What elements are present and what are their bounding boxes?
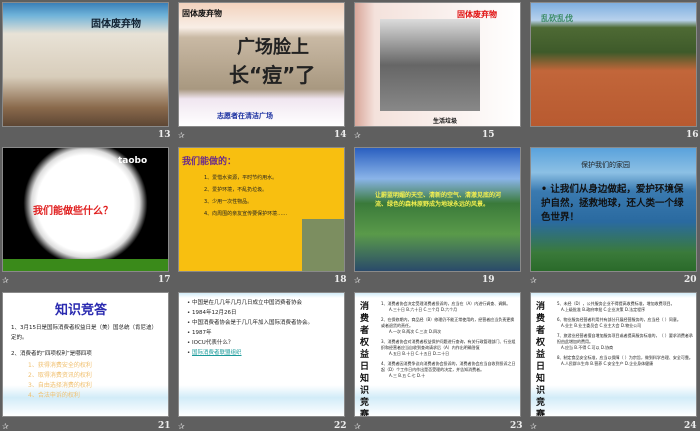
slide-caption: 志愿者在清洁广场 bbox=[217, 112, 273, 120]
slide-title: 知识竞答 bbox=[55, 303, 108, 318]
slide-17[interactable]: taobo 我们能做些什么？ bbox=[2, 147, 169, 272]
slide-number: 23 bbox=[510, 421, 523, 431]
slide-number: 15 bbox=[482, 130, 495, 140]
bullet-list: • 中国是在几几年几月几日成立中国消费者协会 • 1984年12月26日 • 中… bbox=[187, 299, 337, 357]
question-list: 5、未经（D），公共服务企业不得提高收费标准，增加收费项目。 A.上级批准 B.… bbox=[557, 301, 693, 367]
slide-logo: taobo bbox=[118, 156, 148, 166]
list-item: • 1987年 bbox=[187, 330, 212, 336]
slide-title: 我们能做些什么？ bbox=[33, 206, 113, 217]
answer-item: 1、获得消费安全的权利 bbox=[28, 362, 92, 369]
options: A.业主 B.业主委员会 C.业主大会 D.物业公司 bbox=[561, 323, 642, 328]
slide-number: 21 bbox=[158, 421, 171, 431]
slide-title: 我们能做的： bbox=[182, 157, 237, 167]
headline-1: 广场脸上 bbox=[237, 37, 309, 58]
answer-item: 2、取得消费资讯的权利 bbox=[28, 372, 92, 379]
slide-number: 22 bbox=[334, 421, 347, 431]
slide-number: 24 bbox=[684, 421, 697, 431]
animation-star-icon[interactable]: ✰ bbox=[354, 422, 361, 431]
slide-24[interactable]: 消费者权益日知识竞赛 5、未经（D），公共服务企业不得提高收费标准，增加收费项目… bbox=[530, 292, 697, 417]
options: A.上级批准 B.政府审批 C.企业决策 D.法定程序 bbox=[561, 307, 646, 312]
slide-15[interactable]: 固体废弃物 生活垃圾 bbox=[354, 2, 521, 127]
item-text: 1984年12月26日 bbox=[192, 310, 237, 316]
slide-20[interactable]: 保护我们的家园 • 让我们从身边做起，爱护环境保护自然，拯救地球，还人类一个绿色… bbox=[530, 147, 697, 272]
animation-star-icon[interactable]: ✰ bbox=[178, 422, 185, 431]
slide-number: 18 bbox=[334, 275, 347, 285]
question: 4、消费者因消费争议向消费者协会投诉的，消费者协会应当自收到投诉之日起（D）个工… bbox=[381, 361, 516, 372]
animation-star-icon[interactable]: ✰ bbox=[354, 131, 361, 140]
side-title: 消费者权益日知识竞赛 bbox=[360, 302, 370, 417]
options: A.人民群众生命 B.营养 C.安全生产 D.企业身体健康 bbox=[561, 361, 654, 366]
slide-title: 固体废弃物 bbox=[457, 10, 497, 19]
slide-18[interactable]: 我们能做的： 1、爱惜水资源，平时节约用水。 2、爱护环境，不乱扔垃圾。 3、少… bbox=[178, 147, 345, 272]
list-item: • 中国是在几几年几月几日成立中国消费者协会 bbox=[187, 300, 303, 306]
slide-14[interactable]: 固体废弃物 广场脸上 长“痘”了 志愿者在清洁广场 bbox=[178, 2, 345, 127]
list-item: • 1984年12月26日 bbox=[187, 310, 237, 316]
item-text: 中国是在几几年几月几日成立中国消费者协会 bbox=[192, 300, 303, 306]
animation-star-icon[interactable]: ✰ bbox=[530, 276, 537, 285]
list-item: 1、爱惜水资源，平时节约用水。 bbox=[204, 175, 278, 181]
question: 2、在保修期内，商品经（B）修理仍不能正常使用的，经营者应当负责更换或者退货的责… bbox=[381, 317, 515, 328]
slide-caption: 生活垃圾 bbox=[433, 118, 458, 125]
hyperlink[interactable]: 国际消费者联盟组织 bbox=[192, 350, 242, 356]
answer-item: 4、合法申诉的权利 bbox=[28, 392, 80, 399]
options: A.一次 B.两次 C.三次 D.四次 bbox=[389, 329, 442, 334]
slide-title: 保护我们的家园 bbox=[581, 161, 630, 169]
item-text: IOCU代表什么？ bbox=[192, 340, 234, 346]
slide-number: 13 bbox=[158, 130, 171, 140]
list-item: • 国际消费者联盟组织 bbox=[187, 350, 242, 356]
slide-text: • 让我们从身边做起，爱护环境保护自然，拯救地球，还人类一个绿色世界！ bbox=[541, 184, 684, 223]
question-1: 1、3月15日是国际消费者权益日是（美）国总统（肯尼迪）定的。 bbox=[11, 325, 157, 341]
slide-16[interactable]: 乱砍乱伐 bbox=[530, 2, 697, 127]
question: 7、旅游业经营者擅自增加服务项目或者提高服务标准的，（ ）要求消费者承担由此增加… bbox=[557, 333, 693, 344]
item-text: 中国消费者协会是于几几年加入国际消费者协会。 bbox=[192, 320, 314, 326]
question-2: 2、消费者的”四项权利”是哪四项 bbox=[11, 351, 92, 357]
slide-21[interactable]: 知识竞答 1、3月15日是国际消费者权益日是（美）国总统（肯尼迪）定的。 2、消… bbox=[2, 292, 169, 417]
options: A.三十日 B.六十日 C.三个月 D.六个月 bbox=[389, 307, 458, 312]
question: 3、消费者协会对消费者权益保护问题进行查询，有关行政管理部门、行业组织和经营者应… bbox=[381, 339, 516, 350]
slide-title: 乱砍乱伐 bbox=[541, 14, 573, 23]
answer-item: 3、自由选择消费的权利 bbox=[28, 382, 92, 389]
list-item: • 中国消费者协会是于几几年加入国际消费者协会。 bbox=[187, 320, 314, 326]
item-text: 1987年 bbox=[192, 330, 212, 336]
headline-2: 长“痘”了 bbox=[229, 63, 316, 87]
slide-22[interactable]: • 中国是在几几年几月几日成立中国消费者协会 • 1984年12月26日 • 中… bbox=[178, 292, 345, 417]
slide-number: 19 bbox=[482, 275, 495, 285]
slide-number: 20 bbox=[684, 275, 697, 285]
animation-star-icon[interactable]: ✰ bbox=[2, 422, 9, 431]
slide-number: 14 bbox=[334, 130, 347, 140]
slide-body: 让我们从身边做起，爱护环境保护自然，拯救地球，还人类一个绿色世界！ bbox=[541, 184, 684, 223]
animation-star-icon[interactable]: ✰ bbox=[354, 276, 361, 285]
list-item: 2、爱护环境，不乱扔垃圾。 bbox=[204, 187, 268, 193]
slide-number: 17 bbox=[158, 275, 171, 285]
slide-19[interactable]: 让蔚蓝明媚的天空、清新的空气、清澈见底的河流、绿色的森林原野成为地球永远的风景。 bbox=[354, 147, 521, 272]
animation-star-icon[interactable]: ✰ bbox=[530, 422, 537, 431]
slide-13[interactable]: 固体废弃物 bbox=[2, 2, 169, 127]
animation-star-icon[interactable]: ✰ bbox=[2, 276, 9, 285]
slide-23[interactable]: 消费者权益日知识竞赛 1、消费者协会决定受理消费者投诉的，应当在（A）内进行调查… bbox=[354, 292, 521, 417]
options: A.应当 B.不得 C.可以 D.协商 bbox=[561, 345, 614, 350]
side-title: 消费者权益日知识竞赛 bbox=[536, 302, 546, 417]
list-item: 3、少用一次性物品。 bbox=[204, 199, 253, 205]
options: A.三 B.五 C.七 D.十 bbox=[389, 373, 426, 378]
list-item: 4、向周围的亲友宣传要保护环境…… bbox=[204, 211, 288, 217]
animation-star-icon[interactable]: ✰ bbox=[178, 131, 185, 140]
options: A.五日 B.十日 C.十五日 D.二十日 bbox=[389, 351, 450, 356]
slide-title: 固体废弃物 bbox=[182, 9, 222, 18]
slide-text: 让蔚蓝明媚的天空、清新的空气、清澈见底的河流、绿色的森林原野成为地球永远的风景。 bbox=[375, 192, 502, 208]
question-list: 1、消费者协会决定受理消费者投诉的，应当在（A）内进行调查、调解。 A.三十日 … bbox=[381, 301, 517, 379]
slide-number: 16 bbox=[686, 130, 699, 140]
list-item: • IOCU代表什么？ bbox=[187, 340, 234, 346]
slide-title: 固体废弃物 bbox=[91, 19, 141, 30]
